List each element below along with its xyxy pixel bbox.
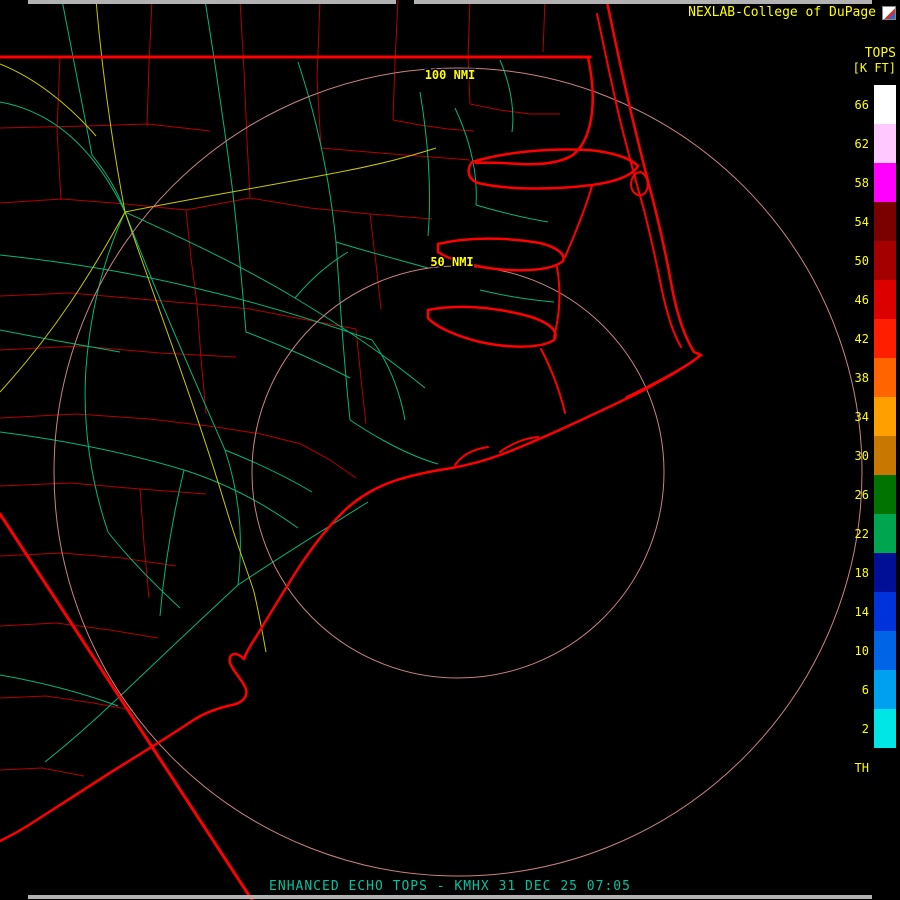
highway-lines-yellow [0, 0, 436, 652]
range-rings [54, 68, 862, 876]
legend-units: [K FT] [843, 61, 896, 76]
legend-color-bar: 66625854504642383430262218141062TH [843, 85, 896, 787]
coast-mainland-northeast [476, 57, 593, 164]
legend-entry: 38 [843, 358, 896, 397]
legend-entry: 54 [843, 202, 896, 241]
legend-entry-label: 10 [843, 644, 874, 658]
top-border-bar-right [414, 0, 872, 4]
legend-entry-label: 66 [843, 98, 874, 112]
coastline-and-borders [0, 2, 701, 900]
header-title: NEXLAB-College of DuPage [688, 6, 876, 20]
coast-shackleford-banks [626, 364, 688, 397]
legend-entry: 14 [843, 592, 896, 631]
legend-entry: 58 [843, 163, 896, 202]
legend-entry-label: 26 [843, 488, 874, 502]
coast-harbor-detail-2 [500, 437, 538, 452]
legend-entry-label: 30 [843, 449, 874, 463]
legend-color-swatch [874, 163, 896, 202]
legend-color-swatch [874, 358, 896, 397]
legend-entry-label: 54 [843, 215, 874, 229]
legend-color-swatch [874, 397, 896, 436]
road-lines-green [0, 0, 554, 762]
legend-entry: 30 [843, 436, 896, 475]
legend-color-swatch [874, 124, 896, 163]
header: NEXLAB-College of DuPage [688, 6, 896, 20]
coast-neuse-river [428, 307, 556, 347]
legend-color-swatch [874, 592, 896, 631]
legend-entry-label: 62 [843, 137, 874, 151]
legend-color-swatch [874, 202, 896, 241]
legend-entry: 10 [843, 631, 896, 670]
state-border-nc-sc [0, 514, 252, 900]
ring-label-50nmi: 50 NMI [430, 255, 473, 269]
legend-entry-label: 42 [843, 332, 874, 346]
legend-entry: 66 [843, 85, 896, 124]
legend-color-swatch [874, 241, 896, 280]
legend-entry-label: 34 [843, 410, 874, 424]
legend-entry-label: 14 [843, 605, 874, 619]
legend-color-swatch [874, 709, 896, 748]
cod-logo-icon [882, 6, 896, 20]
legend-title: TOPS [843, 46, 896, 61]
legend-color-swatch [874, 631, 896, 670]
legend-entry: 2 [843, 709, 896, 748]
legend-color-swatch [874, 748, 896, 787]
legend-entry: 26 [843, 475, 896, 514]
bottom-border-bar [28, 895, 872, 899]
range-ring-50nmi [252, 266, 664, 678]
legend-entry-label: 2 [843, 722, 874, 736]
legend-color-swatch [874, 85, 896, 124]
legend-entry-label: 46 [843, 293, 874, 307]
legend-entry: 42 [843, 319, 896, 358]
legend-color-swatch [874, 553, 896, 592]
legend: TOPS [K FT] 6662585450464238343026221814… [843, 46, 896, 787]
legend-entry: 18 [843, 553, 896, 592]
legend-entry: 22 [843, 514, 896, 553]
legend-color-swatch [874, 319, 896, 358]
legend-entry-label: 22 [843, 527, 874, 541]
legend-color-swatch [874, 670, 896, 709]
legend-entry: 62 [843, 124, 896, 163]
legend-entry: 50 [843, 241, 896, 280]
coast-pamlico-west-shore-3 [541, 349, 565, 413]
legend-entry: TH [843, 748, 896, 787]
legend-entry-label: 6 [843, 683, 874, 697]
range-ring-100nmi [54, 68, 862, 876]
coast-cape-lookout [452, 355, 701, 468]
legend-color-swatch [874, 475, 896, 514]
ring-label-100nmi: 100 NMI [425, 68, 476, 82]
coast-bogue-banks [244, 468, 452, 659]
legend-entry-label: TH [843, 761, 874, 775]
county-lines [0, 0, 560, 776]
legend-color-swatch [874, 436, 896, 475]
legend-entry-label: 38 [843, 371, 874, 385]
legend-entry: 6 [843, 670, 896, 709]
coast-pamlico-west-shore-2 [554, 267, 559, 337]
legend-entry-label: 50 [843, 254, 874, 268]
map-svg: 100 NMI 50 NMI [0, 0, 900, 900]
status-text: ENHANCED ECHO TOPS - KMHX 31 DEC 25 07:0… [0, 879, 900, 894]
legend-color-swatch [874, 280, 896, 319]
coast-albemarle-sound [469, 150, 638, 189]
legend-entry-label: 18 [843, 566, 874, 580]
legend-entry-label: 58 [843, 176, 874, 190]
coast-pamlico-west-shore-1 [565, 186, 592, 257]
coast-harbor-detail-1 [455, 447, 488, 465]
legend-entry: 34 [843, 397, 896, 436]
top-border-bar-left [28, 0, 396, 4]
radar-display: 100 NMI 50 NMI NEXLAB-College of DuPage … [0, 0, 900, 900]
legend-entry: 46 [843, 280, 896, 319]
legend-color-swatch [874, 514, 896, 553]
